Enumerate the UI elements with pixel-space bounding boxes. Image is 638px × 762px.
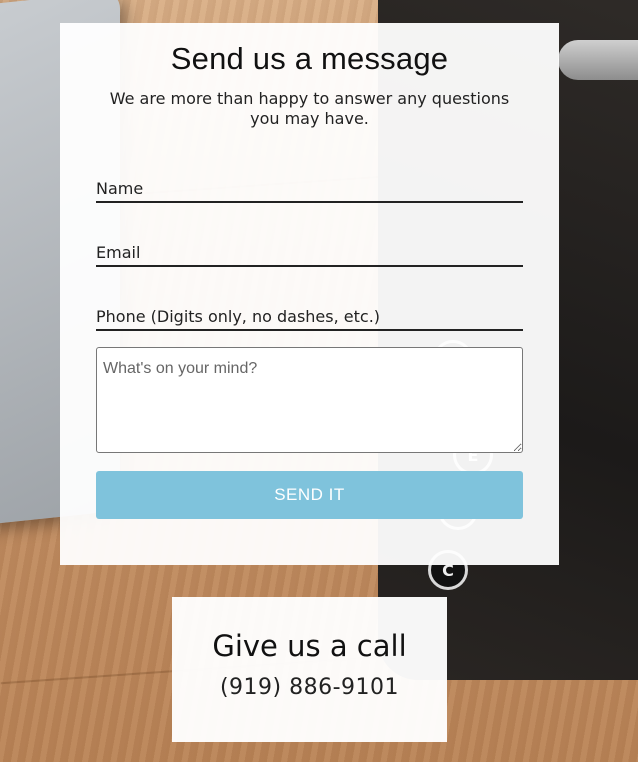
message-textarea[interactable]: [96, 347, 523, 453]
phone-input[interactable]: [96, 307, 523, 331]
phone-number[interactable]: (919) 886-9101: [172, 675, 447, 700]
call-title: Give us a call: [212, 629, 407, 663]
name-input[interactable]: [96, 179, 523, 203]
send-button[interactable]: SEND IT: [96, 471, 523, 519]
typewriter-bar: [558, 40, 638, 80]
call-card: Give us a call (919) 886-9101: [172, 597, 447, 742]
email-input[interactable]: [96, 243, 523, 267]
form-title: Send us a message: [170, 41, 449, 76]
form-subtitle: We are more than happy to answer any que…: [109, 89, 510, 128]
contact-form: Send us a message We are more than happy…: [60, 23, 559, 565]
